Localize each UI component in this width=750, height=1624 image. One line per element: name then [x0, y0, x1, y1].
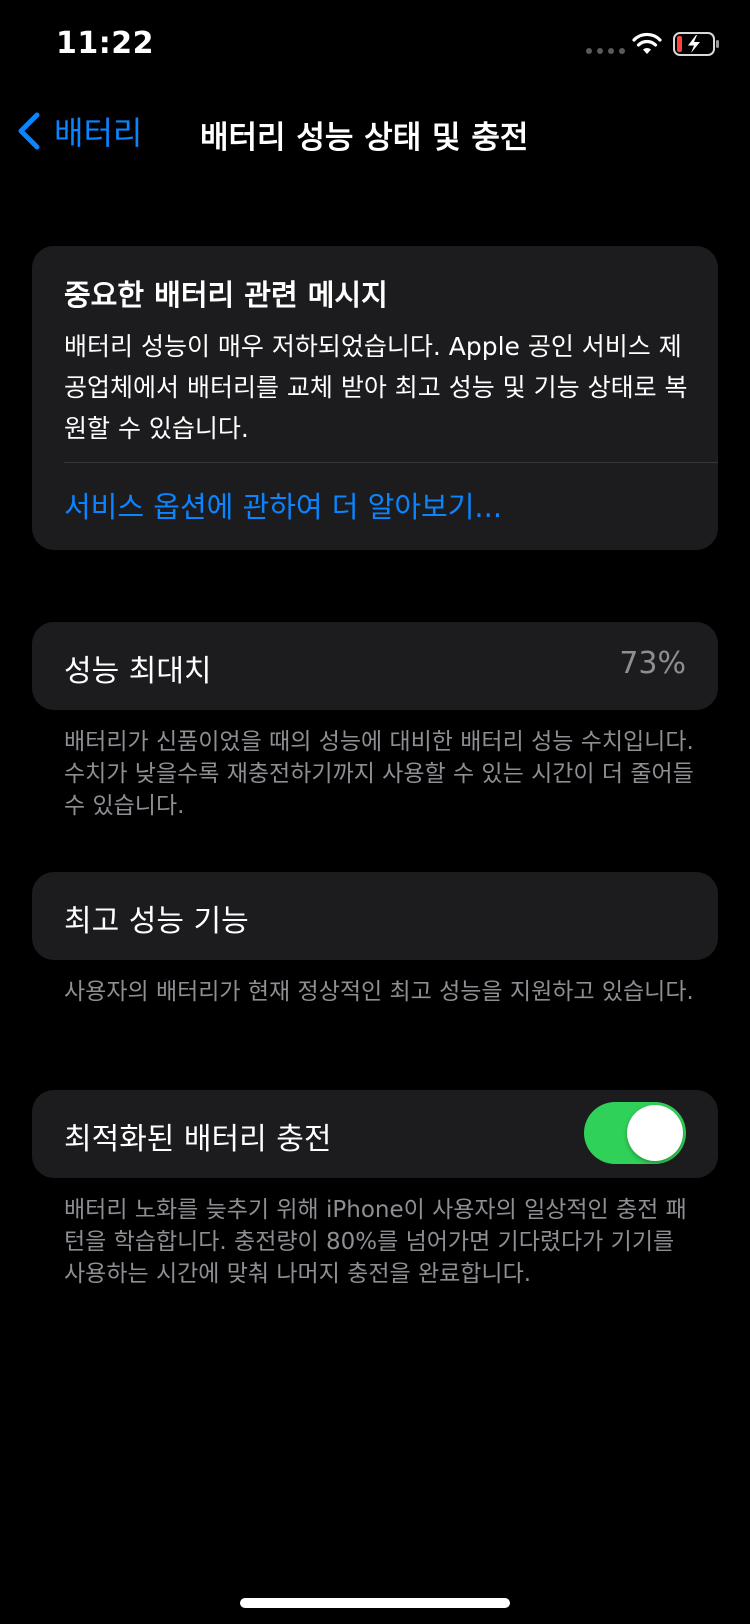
- peak-capacity-row: 성능 최대치 73%: [32, 622, 718, 710]
- peak-performance-label: 최고 성능 기능: [64, 904, 249, 939]
- home-indicator[interactable]: [240, 1598, 510, 1608]
- status-time: 11:22: [56, 26, 154, 61]
- peak-capacity-footnote: 배터리가 신품이었을 때의 성능에 대비한 배터리 성능 수치입니다. 수치가 …: [64, 729, 694, 819]
- peak-capacity-label: 성능 최대치: [64, 654, 212, 689]
- status-bar: 11:22: [0, 0, 750, 90]
- optimized-charging-footnote: 배터리 노화를 늦추기 위해 iPhone이 사용자의 일상적인 충전 패턴을 …: [64, 1197, 687, 1287]
- chevron-left-icon: [18, 112, 40, 150]
- peak-performance-row: 최고 성능 기능: [32, 872, 718, 960]
- optimized-charging-label: 최적화된 배터리 충전: [64, 1122, 332, 1157]
- optimized-charging-toggle[interactable]: [584, 1102, 686, 1164]
- peak-performance-footnote: 사용자의 배터리가 현재 정상적인 최고 성능을 지원하고 있습니다.: [64, 979, 694, 1005]
- toggle-knob: [627, 1105, 683, 1161]
- page-title: 배터리 성능 상태 및 충전: [200, 120, 529, 156]
- cellular-signal-icon: [586, 48, 625, 54]
- divider: [64, 462, 718, 463]
- optimized-charging-row: 최적화된 배터리 충전: [32, 1090, 718, 1178]
- notice-body: 배터리 성능이 매우 저하되었습니다. Apple 공인 서비스 제공업체에서 …: [64, 332, 688, 443]
- wifi-icon: [632, 32, 662, 54]
- peak-capacity-value: 73%: [619, 646, 686, 681]
- notice-title: 중요한 배터리 관련 메시지: [64, 278, 388, 312]
- service-options-link[interactable]: 서비스 옵션에 관하여 더 알아보기...: [64, 484, 502, 526]
- back-label: 배터리: [54, 114, 143, 152]
- navigation-bar: 배터리 배터리 성능 상태 및 충전: [0, 96, 750, 166]
- battery-notice-card: 중요한 배터리 관련 메시지 배터리 성능이 매우 저하되었습니다. Apple…: [32, 246, 718, 550]
- back-button[interactable]: 배터리: [16, 108, 142, 154]
- battery-charging-icon: [673, 32, 719, 56]
